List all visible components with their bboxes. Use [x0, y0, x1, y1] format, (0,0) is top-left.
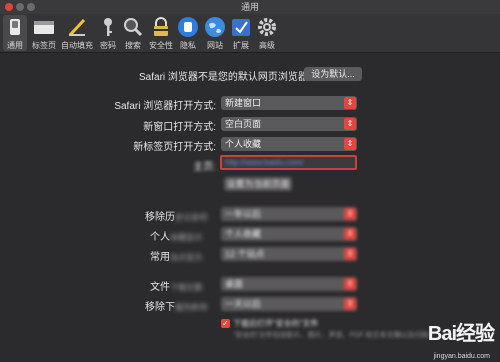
- set-default-button[interactable]: 设为默认...: [304, 67, 362, 81]
- default-browser-message: Safari 浏览器不是您的默认网页浏览器。: [139, 72, 318, 83]
- new-window-select[interactable]: 空白页面 ⇕: [221, 117, 357, 131]
- downloads-location-select[interactable]: 桌面 ⇕: [221, 277, 357, 291]
- window-titlebar: 通用: [0, 0, 500, 14]
- open-with-select[interactable]: 新建窗口 ⇕: [221, 96, 357, 110]
- set-current-page-button[interactable]: 设置为当前页面: [224, 177, 292, 191]
- tab-label: 密码: [100, 41, 116, 50]
- open-with-label: Safari 浏览器打开方式:: [114, 101, 216, 112]
- tab-label: 隐私: [180, 41, 196, 50]
- tabs-icon: [33, 16, 55, 38]
- tab-privacy[interactable]: 隐私: [177, 15, 199, 51]
- new-tab-select[interactable]: 个人收藏 ⇕: [221, 137, 357, 151]
- safe-files-checkbox[interactable]: ✓: [221, 319, 230, 328]
- watermark-logo: Bai经验: [427, 323, 495, 345]
- window-title: 通用: [240, 2, 259, 12]
- globe-icon: [204, 16, 226, 38]
- tab-extensions[interactable]: 扩展: [230, 15, 252, 51]
- chevron-updown-icon: ⇕: [344, 248, 356, 260]
- tab-label: 安全性: [149, 41, 173, 50]
- close-window-button[interactable]: [5, 3, 13, 11]
- chevron-updown-icon: ⇕: [344, 118, 356, 130]
- downloads-location-label: 文件下载位置:: [150, 282, 205, 293]
- tab-websites[interactable]: 网站: [203, 15, 227, 51]
- new-window-value: 空白页面: [225, 119, 262, 129]
- remove-downloads-label: 移除下载列表项:: [145, 302, 210, 313]
- new-tab-label: 新标签页打开方式:: [133, 142, 216, 153]
- remove-downloads-select[interactable]: 一天以后 ⇕: [221, 297, 357, 311]
- chevron-updown-icon: ⇕: [344, 138, 356, 150]
- tab-tabs[interactable]: 标签页: [29, 15, 59, 51]
- homepage-label: 主页:: [193, 162, 216, 173]
- chevron-updown-icon: ⇕: [344, 97, 356, 109]
- tab-passwords[interactable]: 密码: [96, 15, 120, 51]
- tab-label: 扩展: [233, 41, 249, 50]
- chevron-updown-icon: ⇕: [344, 278, 356, 290]
- safe-files-note: “安全的”文件包括影片、图片、声音、PDF 和文本文稿以及归档: [233, 332, 429, 339]
- safe-files-label: 下载后打开“安全的”文件: [233, 319, 319, 328]
- general-switch-icon: [4, 16, 26, 38]
- homepage-input[interactable]: http://www.baidu.com/: [220, 155, 357, 170]
- autofill-pencil-icon: [66, 16, 88, 38]
- tab-security[interactable]: 安全性: [147, 15, 175, 51]
- top-sites-select[interactable]: 12 个站点 ⇕: [221, 247, 357, 261]
- open-with-value: 新建窗口: [225, 98, 262, 108]
- homepage-value: http://www.baidu.com/: [225, 158, 304, 167]
- remove-history-label: 移除历史记录项:: [145, 212, 210, 223]
- tab-label: 高级: [259, 41, 275, 50]
- new-window-label: 新窗口打开方式:: [143, 122, 216, 133]
- preferences-toolbar: 通用 标签页 自动填充 密码 搜索 安全性 隐私 网站 扩展 高级: [0, 14, 500, 53]
- privacy-hand-icon: [177, 16, 199, 38]
- minimize-window-button[interactable]: [16, 3, 24, 11]
- tab-label: 标签页: [32, 41, 56, 50]
- extensions-icon: [230, 16, 252, 38]
- tab-general[interactable]: 通用: [3, 15, 27, 51]
- new-tab-value: 个人收藏: [225, 139, 262, 149]
- watermark-url: jingyan.baidu.com: [433, 353, 490, 360]
- favorites-label: 个人收藏显示:: [150, 232, 205, 243]
- key-icon: [97, 16, 119, 38]
- tab-advanced[interactable]: 高级: [255, 15, 279, 51]
- zoom-window-button[interactable]: [27, 3, 35, 11]
- tab-label: 通用: [7, 41, 23, 50]
- tab-autofill[interactable]: 自动填充: [60, 15, 94, 51]
- chevron-updown-icon: ⇕: [344, 298, 356, 310]
- tab-search[interactable]: 搜索: [121, 15, 145, 51]
- tab-label: 自动填充: [61, 41, 93, 50]
- tab-label: 网站: [207, 41, 223, 50]
- top-sites-label: 常用站点显示:: [150, 252, 205, 263]
- lock-icon: [150, 16, 172, 38]
- chevron-updown-icon: ⇕: [344, 228, 356, 240]
- favorites-select[interactable]: 个人收藏 ⇕: [221, 227, 357, 241]
- tab-label: 搜索: [125, 41, 141, 50]
- magnifier-icon: [122, 16, 144, 38]
- chevron-updown-icon: ⇕: [344, 208, 356, 220]
- gear-icon: [256, 16, 278, 38]
- remove-history-select[interactable]: 一年以后 ⇕: [221, 207, 357, 221]
